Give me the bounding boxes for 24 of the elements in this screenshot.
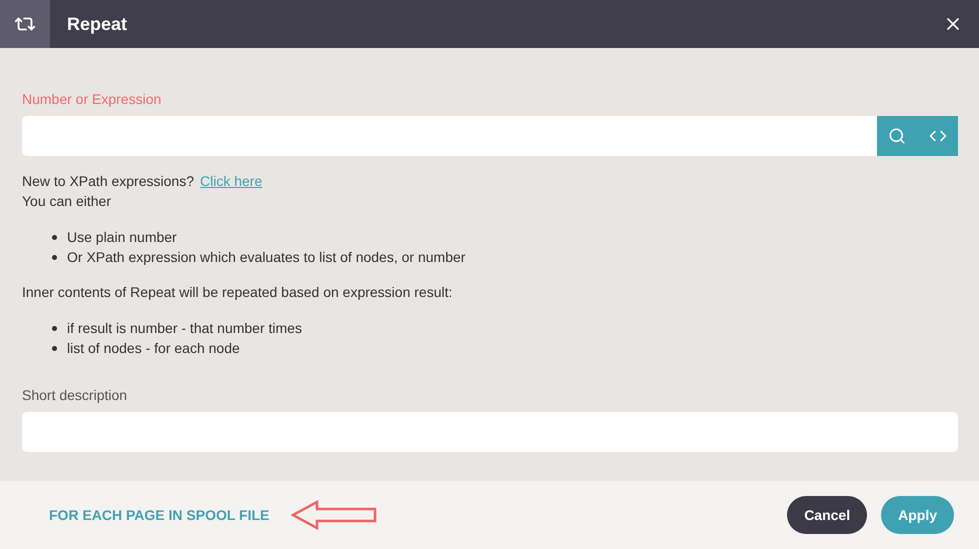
help-text: New to XPath expressions? bbox=[22, 172, 194, 191]
list-item: Use plain number bbox=[67, 228, 177, 247]
dialog-title: Repeat bbox=[67, 12, 128, 36]
cancel-button[interactable]: Cancel bbox=[787, 496, 868, 534]
help-text: You can either bbox=[22, 192, 112, 211]
expression-input[interactable] bbox=[22, 116, 877, 156]
bullet-icon bbox=[52, 254, 57, 260]
help-link[interactable]: Click here bbox=[200, 171, 262, 191]
search-icon bbox=[888, 127, 906, 145]
list-item: list of nodes - for each node bbox=[67, 339, 240, 358]
bullet-icon bbox=[52, 326, 57, 330]
code-button[interactable] bbox=[917, 116, 958, 156]
bullet-icon bbox=[52, 234, 57, 240]
search-button[interactable] bbox=[877, 116, 917, 156]
apply-button[interactable]: Apply bbox=[881, 496, 954, 534]
description-input[interactable] bbox=[22, 412, 958, 452]
field-label: Short description bbox=[22, 386, 128, 404]
spool-file-link[interactable]: FOR EACH PAGE IN SPOOL FILE bbox=[49, 504, 270, 526]
list-item: if result is number - that number times bbox=[67, 319, 302, 338]
field-label: Number or Expression bbox=[22, 90, 162, 108]
help-text: Inner contents of Repeat will be repeated based on expression result: bbox=[22, 283, 454, 302]
list-item: Or XPath expression which evaluates to list of nodes, or number bbox=[67, 248, 466, 267]
arrow-icon bbox=[291, 500, 378, 530]
bullet-icon bbox=[52, 346, 57, 350]
